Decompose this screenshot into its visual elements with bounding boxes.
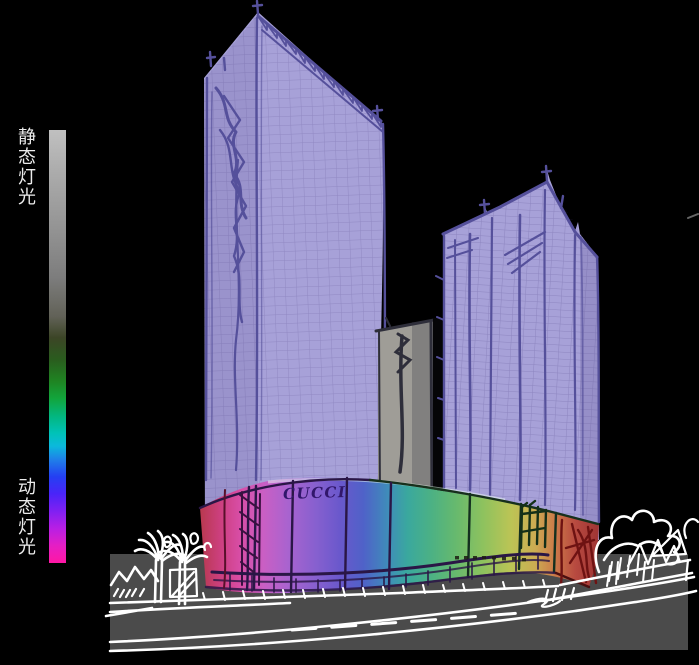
legend-top-label: 静态灯光	[11, 127, 35, 207]
right-tower	[436, 166, 599, 540]
scene-canvas	[0, 0, 699, 665]
main-tower	[204, 1, 386, 540]
sketch-horizon-dash	[688, 214, 698, 218]
lighting-concept-diagram: 静态灯光 动态灯光 CUCCI	[0, 0, 699, 665]
legend-colorbar	[49, 130, 66, 563]
podium-sign-text: CUCCI	[283, 483, 347, 503]
legend-bottom-label: 动态灯光	[11, 477, 35, 557]
